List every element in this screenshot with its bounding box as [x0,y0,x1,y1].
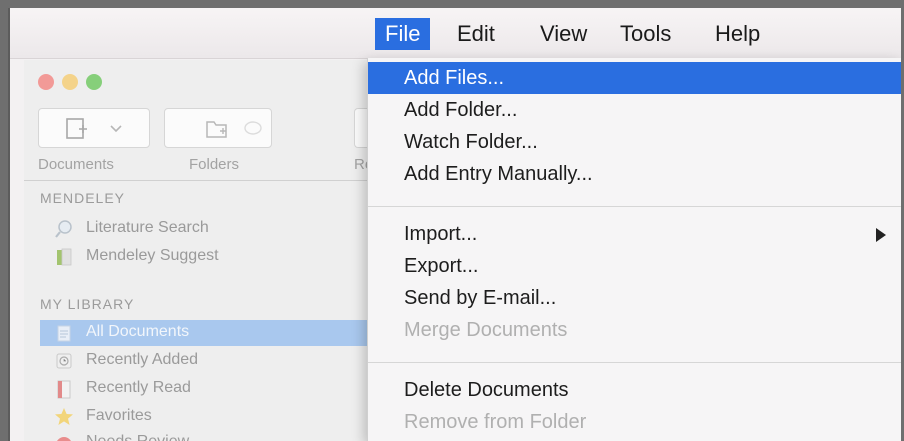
menu-separator [368,362,901,363]
screen: File Edit View Tools Help Documents Fold… [8,8,901,441]
sidebar-item-needs-review[interactable]: Needs Review [40,430,380,441]
folders-label: Folders [189,156,240,173]
section-header-mendeley: MENDELEY [40,190,126,206]
menu-item-label: Add Files... [404,67,505,89]
book-icon [57,380,71,399]
menu-item-export[interactable]: Export... [368,250,901,282]
sidebar-item-label: Needs Review [86,433,189,441]
sidebar-item-label: Recently Read [86,379,191,396]
add-document-icon [66,118,122,139]
sidebar-item-label: Literature Search [86,219,209,236]
sidebar-item-favorites[interactable]: Favorites [40,404,380,430]
menu-bar: File Edit View Tools Help [10,8,901,59]
sidebar-item-literature-search[interactable]: Literature Search [40,216,380,242]
menu-item-label: Merge Documents [404,319,568,341]
minimize-window-button[interactable] [62,74,78,90]
sidebar-item-recently-added[interactable]: Recently Added [40,348,380,374]
menu-view[interactable]: View [530,18,597,50]
review-icon [57,437,71,441]
documents-icon [57,325,71,342]
menu-edit[interactable]: Edit [447,18,505,50]
menu-item-add-folder[interactable]: Add Folder... [368,94,901,126]
menu-item-delete-documents[interactable]: Delete Documents [368,374,901,406]
suggest-icon [57,248,72,266]
menu-item-label: Add Folder... [404,99,518,121]
menu-item-label: Watch Folder... [404,131,538,153]
menu-item-label: Add Entry Manually... [404,163,593,185]
submenu-arrow-icon [876,228,886,242]
sidebar-item-label: Mendeley Suggest [86,247,219,264]
menu-item-add-entry-manually[interactable]: Add Entry Manually... [368,158,901,190]
menu-tools[interactable]: Tools [610,18,681,50]
menu-item-add-files[interactable]: Add Files... [368,62,901,94]
menu-separator [368,206,901,207]
add-folder-button[interactable] [164,108,272,148]
menu-item-label: Remove from Folder [404,411,587,433]
menu-item-remove-from-folder: Remove from Folder [368,406,901,438]
menu-item-import[interactable]: Import... [368,218,901,250]
search-icon [55,220,72,238]
star-icon [55,408,73,425]
menu-item-merge-documents: Merge Documents [368,314,901,346]
sidebar-item-label: Recently Added [86,351,199,368]
sidebar-item-all-documents[interactable]: All Documents [40,320,380,346]
clock-icon [56,353,72,369]
file-menu-dropdown: Add Files... Add Folder... Watch Folder.… [367,58,901,441]
menu-help[interactable]: Help [705,18,770,50]
sidebar-item-label: Favorites [86,407,152,424]
sidebar-item-recently-read[interactable]: Recently Read [40,376,380,402]
menu-file[interactable]: File [375,18,431,50]
menu-item-label: Delete Documents [404,379,569,401]
menu-item-send-by-email[interactable]: Send by E-mail... [368,282,901,314]
menu-item-watch-folder[interactable]: Watch Folder... [368,126,901,158]
sidebar-item-label: All Documents [86,323,190,340]
close-window-button[interactable] [38,74,54,90]
section-header-my-library: MY LIBRARY [40,296,135,312]
add-documents-button[interactable] [38,108,150,148]
add-folder-icon [206,121,262,138]
sidebar-item-mendeley-suggest[interactable]: Mendeley Suggest [40,244,380,270]
menu-item-label: Export... [404,255,479,277]
menu-item-label: Import... [404,223,478,245]
menu-item-label: Send by E-mail... [404,287,557,309]
zoom-window-button[interactable] [86,74,102,90]
documents-label: Documents [38,156,114,173]
